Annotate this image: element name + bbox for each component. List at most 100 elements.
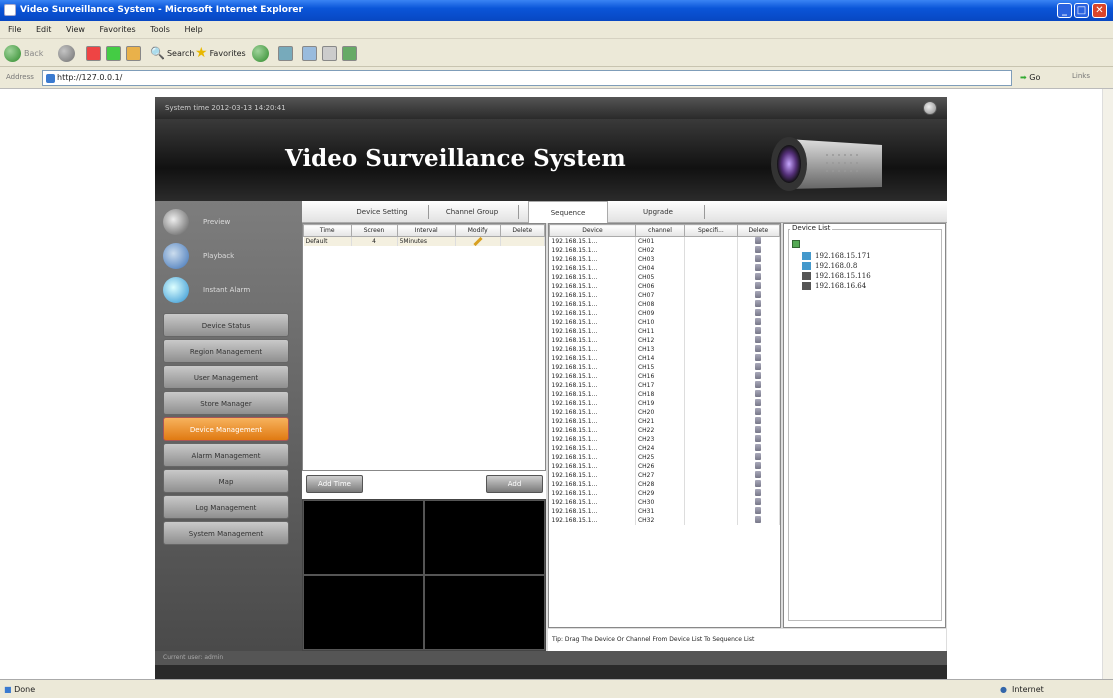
table-row[interactable]: 192.168.15.1... CH32 <box>549 516 780 525</box>
table-row[interactable]: 192.168.15.1... CH21 <box>549 417 780 426</box>
delete-trash-icon[interactable] <box>737 327 780 336</box>
col-modify[interactable]: Modify <box>454 224 501 237</box>
back-button[interactable]: Back <box>4 44 43 62</box>
mail-button[interactable] <box>302 44 317 62</box>
print-button[interactable] <box>322 44 337 62</box>
device-item[interactable]: 192.168.16.64 <box>802 282 866 290</box>
nav-alarm-management[interactable]: Alarm Management <box>163 443 289 467</box>
table-row[interactable]: 192.168.15.1... CH13 <box>549 345 780 354</box>
table-row[interactable]: 192.168.15.1... CH16 <box>549 372 780 381</box>
table-row[interactable]: 192.168.15.1... CH26 <box>549 462 780 471</box>
col-delete[interactable]: Delete <box>499 224 546 237</box>
menu-help[interactable]: Help <box>184 25 202 34</box>
delete-trash-icon[interactable] <box>737 273 780 282</box>
video-cell[interactable] <box>303 575 424 650</box>
menu-tools[interactable]: Tools <box>150 25 170 34</box>
nav-map[interactable]: Map <box>163 469 289 493</box>
col-device[interactable]: Device <box>549 224 636 237</box>
logout-icon[interactable] <box>923 101 937 115</box>
tab-device-setting[interactable]: Device Setting <box>342 201 422 223</box>
device-item[interactable]: 192.168.15.116 <box>802 272 871 280</box>
delete-trash-icon[interactable] <box>737 236 780 246</box>
col-specifi[interactable]: Specifi... <box>684 224 738 237</box>
delete-trash-icon[interactable] <box>737 462 780 471</box>
vertical-scrollbar[interactable] <box>1102 89 1113 679</box>
table-row[interactable]: 192.168.15.1... CH10 <box>549 318 780 327</box>
table-row[interactable]: 192.168.15.1... CH11 <box>549 327 780 336</box>
col-interval[interactable]: Interval <box>396 224 456 237</box>
delete-trash-icon[interactable] <box>737 381 780 390</box>
delete-trash-icon[interactable] <box>737 354 780 363</box>
table-row[interactable]: 192.168.15.1... CH08 <box>549 300 780 309</box>
delete-trash-icon[interactable] <box>737 417 780 426</box>
modify-pencil-icon[interactable] <box>455 236 501 246</box>
tab-sequence[interactable]: Sequence <box>528 201 608 223</box>
forward-button[interactable] <box>58 44 75 62</box>
table-row[interactable]: 192.168.15.1... CH29 <box>549 489 780 498</box>
nav-device-management[interactable]: Device Management <box>163 417 289 441</box>
delete-trash-icon[interactable] <box>737 336 780 345</box>
delete-trash-icon[interactable] <box>737 480 780 489</box>
go-button[interactable]: ➡ Go <box>1020 70 1060 86</box>
table-row[interactable]: 192.168.15.1... CH17 <box>549 381 780 390</box>
minimize-button[interactable]: _ <box>1057 3 1072 18</box>
menu-edit[interactable]: Edit <box>36 25 52 34</box>
links-label[interactable]: Links <box>1072 72 1090 80</box>
delete-trash-icon[interactable] <box>737 363 780 372</box>
table-row[interactable]: 192.168.15.1... CH18 <box>549 390 780 399</box>
nav-region-management[interactable]: Region Management <box>163 339 289 363</box>
col-channel[interactable]: channel <box>634 224 686 237</box>
tree-root-icon[interactable] <box>792 240 800 248</box>
tab-channel-group[interactable]: Channel Group <box>432 201 512 223</box>
delete-trash-icon[interactable] <box>737 318 780 327</box>
delete-trash-icon[interactable] <box>737 489 780 498</box>
col-time[interactable]: Time <box>303 224 352 237</box>
delete-trash-icon[interactable] <box>737 453 780 462</box>
table-row[interactable]: 192.168.15.1... CH02 <box>549 246 780 255</box>
table-row[interactable]: 192.168.15.1... CH15 <box>549 363 780 372</box>
delete-trash-icon[interactable] <box>737 444 780 453</box>
history-button[interactable] <box>278 44 293 62</box>
nav-device-status[interactable]: Device Status <box>163 313 289 337</box>
delete-trash-icon[interactable] <box>737 390 780 399</box>
nav-playback[interactable]: Playback <box>163 241 293 271</box>
table-row[interactable]: 192.168.15.1... CH09 <box>549 309 780 318</box>
table-row[interactable]: 192.168.15.1... CH27 <box>549 471 780 480</box>
delete-trash-icon[interactable] <box>737 309 780 318</box>
table-row[interactable]: 192.168.15.1... CH05 <box>549 273 780 282</box>
table-row[interactable]: 192.168.15.1... CH25 <box>549 453 780 462</box>
table-row[interactable]: 192.168.15.1... CH04 <box>549 264 780 273</box>
media-button[interactable] <box>252 44 269 62</box>
table-row[interactable]: 192.168.15.1... CH07 <box>549 291 780 300</box>
messenger-button[interactable] <box>342 44 357 62</box>
add-time-button[interactable]: Add Time <box>306 475 363 493</box>
delete-trash-icon[interactable] <box>737 507 780 516</box>
delete-cell[interactable] <box>500 236 546 246</box>
video-cell[interactable] <box>424 500 545 575</box>
search-button[interactable]: 🔍 Search <box>150 44 194 62</box>
device-item[interactable]: 192.168.15.171 <box>802 252 871 260</box>
delete-trash-icon[interactable] <box>737 300 780 309</box>
add-button[interactable]: Add <box>486 475 543 493</box>
table-row[interactable]: 192.168.15.1... CH14 <box>549 354 780 363</box>
table-row[interactable]: 192.168.15.1... CH24 <box>549 444 780 453</box>
delete-trash-icon[interactable] <box>737 345 780 354</box>
table-row[interactable]: 192.168.15.1... CH23 <box>549 435 780 444</box>
delete-trash-icon[interactable] <box>737 246 780 255</box>
device-item[interactable]: 192.168.0.8 <box>802 262 857 270</box>
delete-trash-icon[interactable] <box>737 471 780 480</box>
nav-user-management[interactable]: User Management <box>163 365 289 389</box>
table-row[interactable]: 192.168.15.1... CH01 <box>549 236 780 246</box>
delete-trash-icon[interactable] <box>737 255 780 264</box>
address-input[interactable]: http://127.0.0.1/ <box>42 70 1012 86</box>
delete-trash-icon[interactable] <box>737 408 780 417</box>
table-row[interactable]: 192.168.15.1... CH31 <box>549 507 780 516</box>
delete-trash-icon[interactable] <box>737 264 780 273</box>
menu-file[interactable]: File <box>8 25 21 34</box>
table-row[interactable]: 192.168.15.1... CH30 <box>549 498 780 507</box>
menu-favorites[interactable]: Favorites <box>100 25 136 34</box>
delete-trash-icon[interactable] <box>737 435 780 444</box>
table-row[interactable]: 192.168.15.1... CH03 <box>549 255 780 264</box>
tab-upgrade[interactable]: Upgrade <box>618 201 698 223</box>
video-cell[interactable] <box>424 575 545 650</box>
